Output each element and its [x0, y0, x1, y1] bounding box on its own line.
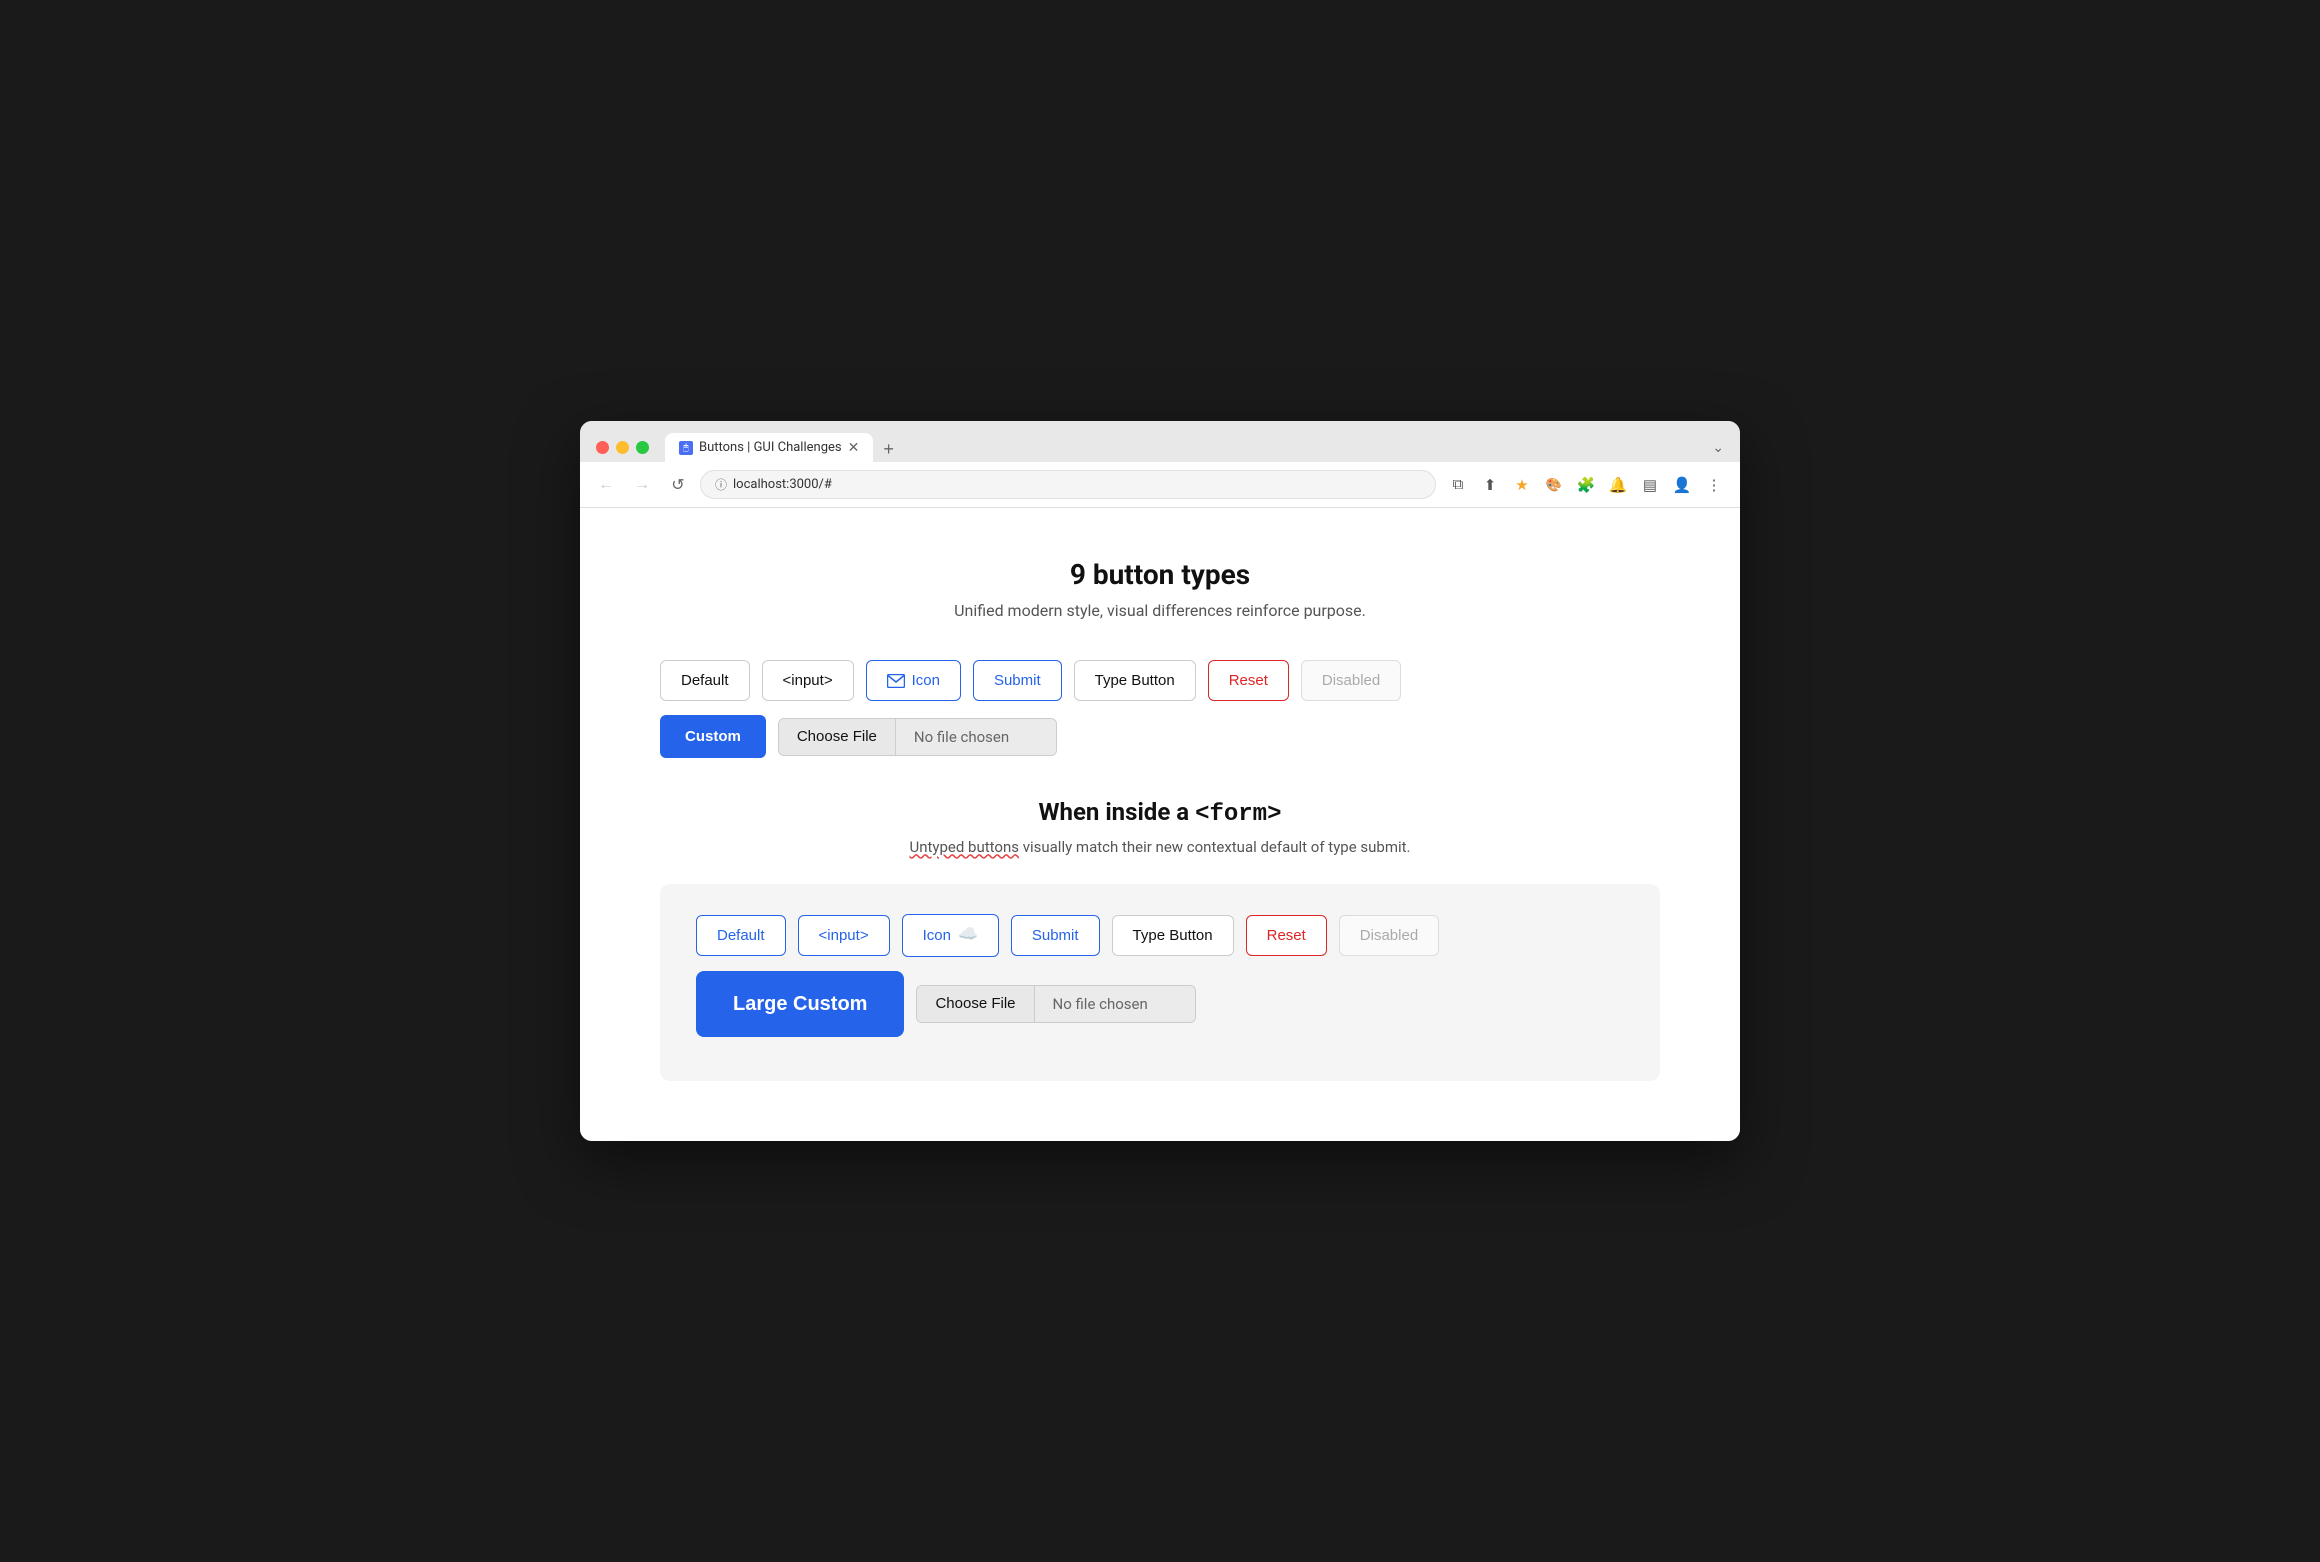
traffic-lights — [596, 441, 649, 454]
notify-icon[interactable]: 🔔 — [1604, 471, 1632, 499]
close-button[interactable] — [596, 441, 609, 454]
sidebar-icon[interactable]: ▤ — [1636, 471, 1664, 499]
share-icon[interactable]: ⬆ — [1476, 471, 1504, 499]
cloud-icon: ☁️ — [958, 924, 978, 946]
form-icon-label: Icon — [923, 925, 951, 946]
icon-button[interactable]: Icon — [866, 660, 961, 701]
section2-title: When inside a <form> — [660, 798, 1660, 828]
custom-button[interactable]: Custom — [660, 715, 766, 758]
section2-title-code: <form> — [1195, 801, 1281, 828]
form-input-button[interactable]: <input> — [798, 915, 890, 956]
minimize-button[interactable] — [616, 441, 629, 454]
section2-button-row2: Large Custom Choose File No file chosen — [696, 971, 1624, 1037]
address-text: localhost:3000/# — [733, 477, 832, 492]
forward-button[interactable]: → — [628, 471, 656, 499]
chrome-titlebar: 🖱 Buttons | GUI Challenges ✕ + ⌄ — [580, 421, 1740, 462]
page-title: 9 button types — [660, 558, 1660, 591]
file-choose-button[interactable]: Choose File — [779, 719, 896, 755]
disabled-button: Disabled — [1301, 660, 1401, 701]
lock-icon: ⓘ — [715, 476, 727, 493]
external-link-icon[interactable]: ⧉ — [1444, 471, 1472, 499]
file-input-wrapper: Choose File No file chosen — [778, 718, 1057, 756]
file-no-chosen-label: No file chosen — [896, 719, 1056, 755]
section2-subtitle: Untyped buttons visually match their new… — [660, 838, 1660, 856]
section2-title-text: When inside a — [1039, 798, 1196, 826]
input-button[interactable]: <input> — [762, 660, 854, 701]
section2-subtitle-underlined: Untyped buttons — [909, 838, 1019, 856]
form-file-input-wrapper: Choose File No file chosen — [916, 985, 1195, 1023]
envelope-icon — [887, 674, 905, 688]
form-type-button[interactable]: Type Button — [1112, 915, 1234, 956]
profile-icon[interactable]: 👤 — [1668, 471, 1696, 499]
large-custom-button[interactable]: Large Custom — [696, 971, 904, 1037]
tab-close-icon[interactable]: ✕ — [848, 441, 860, 455]
section2-subtitle-normal: visually match their new contextual defa… — [1019, 838, 1411, 856]
tab-title: Buttons | GUI Challenges — [699, 440, 842, 455]
default-button[interactable]: Default — [660, 660, 750, 701]
form-default-button[interactable]: Default — [696, 915, 786, 956]
form-icon-button[interactable]: Icon ☁️ — [902, 914, 999, 956]
colorful-icon[interactable]: 🎨 — [1540, 471, 1568, 499]
new-tab-button[interactable]: + — [875, 436, 902, 462]
browser-window: 🖱 Buttons | GUI Challenges ✕ + ⌄ ← → ↺ ⓘ… — [580, 421, 1740, 1140]
form-reset-button[interactable]: Reset — [1246, 915, 1327, 956]
form-submit-button[interactable]: Submit — [1011, 915, 1100, 956]
chrome-right-controls: ⌄ — [1712, 440, 1724, 456]
reset-button[interactable]: Reset — [1208, 660, 1289, 701]
reload-button[interactable]: ↺ — [664, 471, 692, 499]
toolbar-icons: ⧉ ⬆ ★ 🎨 🧩 🔔 ▤ 👤 ⋮ — [1444, 471, 1728, 499]
menu-icon[interactable]: ⋮ — [1700, 471, 1728, 499]
active-tab[interactable]: 🖱 Buttons | GUI Challenges ✕ — [665, 433, 873, 462]
type-button[interactable]: Type Button — [1074, 660, 1196, 701]
puzzle-icon[interactable]: 🧩 — [1572, 471, 1600, 499]
chrome-toolbar: ← → ↺ ⓘ localhost:3000/# ⧉ ⬆ ★ 🎨 🧩 🔔 ▤ 👤… — [580, 462, 1740, 508]
form-file-no-chosen-label: No file chosen — [1035, 986, 1195, 1022]
section2-header: When inside a <form> Untyped buttons vis… — [660, 798, 1660, 856]
bookmark-icon[interactable]: ★ — [1508, 471, 1536, 499]
form-disabled-button: Disabled — [1339, 915, 1439, 956]
tab-bar: 🖱 Buttons | GUI Challenges ✕ + — [665, 433, 1704, 462]
chrome-chevron-icon[interactable]: ⌄ — [1712, 440, 1724, 456]
tab-favicon: 🖱 — [679, 441, 693, 455]
submit-button[interactable]: Submit — [973, 660, 1062, 701]
form-section: Default <input> Icon ☁️ Submit Type Butt… — [660, 884, 1660, 1080]
maximize-button[interactable] — [636, 441, 649, 454]
back-button[interactable]: ← — [592, 471, 620, 499]
section1-button-row2: Custom Choose File No file chosen — [660, 715, 1660, 758]
icon-button-label: Icon — [912, 670, 940, 691]
section1-button-row1: Default <input> Icon Submit Type Button … — [660, 660, 1660, 701]
form-file-choose-button[interactable]: Choose File — [917, 986, 1034, 1022]
page-content: 9 button types Unified modern style, vis… — [580, 508, 1740, 1140]
section2-button-row1: Default <input> Icon ☁️ Submit Type Butt… — [696, 914, 1624, 956]
address-bar[interactable]: ⓘ localhost:3000/# — [700, 470, 1436, 499]
page-subtitle: Unified modern style, visual differences… — [660, 601, 1660, 620]
